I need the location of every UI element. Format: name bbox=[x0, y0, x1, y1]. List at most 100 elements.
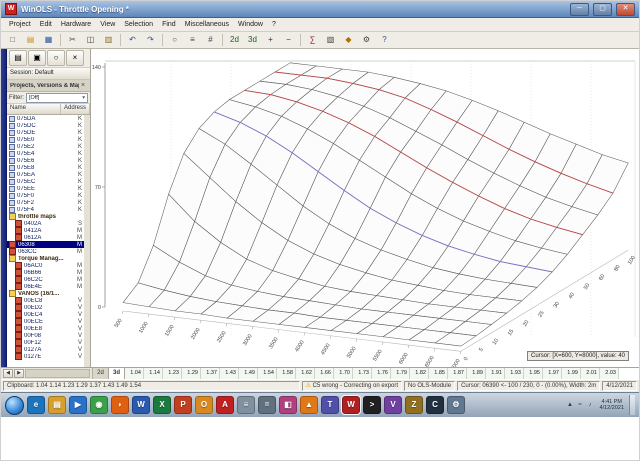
map-value-cell[interactable]: 1.79 bbox=[391, 368, 410, 379]
map-value-cell[interactable]: 1.29 bbox=[182, 368, 201, 379]
map-list-item[interactable]: 075F2 K bbox=[7, 199, 84, 206]
menu-window[interactable]: Window bbox=[234, 19, 267, 31]
map-list-item[interactable]: 0127A V bbox=[7, 346, 84, 353]
map-value-cell[interactable]: 1.87 bbox=[448, 368, 467, 379]
hex-view-icon[interactable]: # bbox=[202, 33, 219, 48]
redo-icon[interactable]: ↷ bbox=[142, 33, 159, 48]
map-list-item[interactable]: 00ED2 V bbox=[7, 304, 84, 311]
zoom-out-icon[interactable]: − bbox=[280, 33, 297, 48]
minimize-button[interactable]: ─ bbox=[570, 2, 589, 16]
filter-dropdown[interactable]: [Off] ▾ bbox=[26, 92, 88, 103]
map-value-cell[interactable]: 1.04 bbox=[125, 368, 144, 379]
settings-icon[interactable]: ⚙ bbox=[358, 33, 375, 48]
media-player-icon[interactable]: ▶ bbox=[69, 396, 87, 414]
excel-icon[interactable]: X bbox=[153, 396, 171, 414]
notepad-icon[interactable]: ≡ bbox=[237, 396, 255, 414]
command-prompt-icon[interactable]: C bbox=[426, 396, 444, 414]
menu-hardware[interactable]: Hardware bbox=[57, 19, 95, 31]
map-value-cell[interactable]: 1.82 bbox=[410, 368, 429, 379]
close-button[interactable]: ✕ bbox=[616, 2, 635, 16]
maximize-button[interactable]: ▢ bbox=[593, 2, 612, 16]
map-list-item[interactable]: 06E4E M bbox=[7, 283, 84, 290]
archive-tool-icon[interactable]: Z bbox=[405, 396, 423, 414]
scroll-left-icon[interactable]: ◀ bbox=[3, 369, 13, 378]
column-address[interactable]: Address bbox=[61, 104, 90, 114]
winols-icon[interactable]: W bbox=[341, 395, 361, 415]
map-value-cell[interactable]: 1.95 bbox=[524, 368, 543, 379]
map-value-cell[interactable]: 1.99 bbox=[562, 368, 581, 379]
tray-icon-2[interactable]: ♪ bbox=[586, 401, 595, 410]
taskbar-clock[interactable]: 4:41 PM 4/12/2021 bbox=[597, 399, 627, 411]
start-button[interactable] bbox=[5, 395, 24, 415]
map-list-item[interactable]: 06B66 M bbox=[7, 269, 84, 276]
menu-project[interactable]: Project bbox=[5, 19, 35, 31]
map-list-item[interactable]: 075E6 K bbox=[7, 157, 84, 164]
save-icon[interactable]: ▦ bbox=[40, 33, 57, 48]
map-list-item[interactable]: 075E2 K bbox=[7, 143, 84, 150]
map-list-item[interactable]: 0127E V bbox=[7, 353, 84, 360]
map-value-cell[interactable]: 1.23 bbox=[163, 368, 182, 379]
map-list-item[interactable]: 075DA K bbox=[7, 115, 84, 122]
map-list-item[interactable]: 00F08 V bbox=[7, 332, 84, 339]
new-icon[interactable]: □ bbox=[4, 33, 21, 48]
scroll-right-icon[interactable]: ▶ bbox=[14, 369, 24, 378]
tab-2d[interactable]: 2d bbox=[93, 368, 109, 379]
delete-entry-icon[interactable]: × bbox=[66, 50, 84, 66]
map-list-item[interactable]: 00ECE V bbox=[7, 318, 84, 325]
map-value-cell[interactable]: 1.37 bbox=[201, 368, 220, 379]
menu-miscellaneous[interactable]: Miscellaneous bbox=[181, 19, 233, 31]
search-maps-icon[interactable]: ○ bbox=[47, 50, 65, 66]
map-value-cell[interactable]: 1.97 bbox=[543, 368, 562, 379]
tray-icon-1[interactable]: ≈ bbox=[576, 401, 585, 410]
control-panel-icon[interactable]: ⚙ bbox=[447, 396, 465, 414]
map-list-item[interactable]: 075EA K bbox=[7, 171, 84, 178]
map-value-cell[interactable]: 1.58 bbox=[277, 368, 296, 379]
windows-explorer-icon[interactable]: ▤ bbox=[48, 396, 66, 414]
visual-studio-icon[interactable]: V bbox=[384, 396, 402, 414]
menu-selection[interactable]: Selection bbox=[120, 19, 157, 31]
map-list-item[interactable]: 00EE8 V bbox=[7, 325, 84, 332]
menu-edit[interactable]: Edit bbox=[36, 19, 56, 31]
putty-icon[interactable]: > bbox=[363, 396, 381, 414]
word-icon[interactable]: W bbox=[132, 396, 150, 414]
map-folder[interactable]: throttle maps bbox=[7, 213, 84, 220]
outlook-icon[interactable]: O bbox=[195, 396, 213, 414]
connect-icon[interactable]: ◆ bbox=[340, 33, 357, 48]
map-value-cell[interactable]: 1.66 bbox=[315, 368, 334, 379]
vlc-icon[interactable]: ▲ bbox=[300, 396, 318, 414]
paint-icon[interactable]: ◧ bbox=[279, 396, 297, 414]
map-list-item[interactable]: 063CC M bbox=[7, 248, 84, 255]
text-view-icon[interactable]: ≡ bbox=[184, 33, 201, 48]
map-list-item[interactable]: 0402A S bbox=[7, 220, 84, 227]
session-selector[interactable]: Session: Default bbox=[7, 68, 90, 80]
view-2d-icon[interactable]: 2d bbox=[226, 33, 243, 48]
copy-icon[interactable]: ◫ bbox=[82, 33, 99, 48]
map-list-item[interactable]: 0612A M bbox=[7, 234, 84, 241]
find-icon[interactable]: ○ bbox=[166, 33, 183, 48]
help-icon[interactable]: ? bbox=[376, 33, 393, 48]
map-value-cell[interactable]: 1.43 bbox=[220, 368, 239, 379]
map-value-cell[interactable]: 1.73 bbox=[353, 368, 372, 379]
checksum-icon[interactable]: ∑ bbox=[304, 33, 321, 48]
map-list-item[interactable]: 075F4 K bbox=[7, 206, 84, 213]
open-icon[interactable]: ▤ bbox=[22, 33, 39, 48]
tray-icon-0[interactable]: ▲ bbox=[566, 401, 575, 410]
cut-icon[interactable]: ✂ bbox=[64, 33, 81, 48]
powerpoint-icon[interactable]: P bbox=[174, 396, 192, 414]
map-list-item[interactable]: 00EC4 V bbox=[7, 311, 84, 318]
map-list-item[interactable]: 075E0 K bbox=[7, 136, 84, 143]
view-3d-icon[interactable]: 3d bbox=[244, 33, 261, 48]
firefox-icon[interactable]: ◗ bbox=[111, 396, 129, 414]
map-value-cell[interactable]: 1.76 bbox=[372, 368, 391, 379]
map-value-cell[interactable]: 2.01 bbox=[581, 368, 600, 379]
new-folder-icon[interactable]: ▣ bbox=[28, 50, 46, 66]
map-list-item[interactable]: 0412A M bbox=[7, 227, 84, 234]
map-list-item[interactable]: 075EC K bbox=[7, 178, 84, 185]
map-list-item[interactable]: 075EE K bbox=[7, 185, 84, 192]
chart-area[interactable]: 0 70 140 500 1000 1500 2000 2500 3000 3500 4000 450… bbox=[91, 49, 639, 367]
teams-icon[interactable]: T bbox=[321, 396, 339, 414]
map-list-item[interactable]: 06C2C M bbox=[7, 276, 84, 283]
map-value-cell[interactable]: 1.54 bbox=[258, 368, 277, 379]
menu-view[interactable]: View bbox=[96, 19, 119, 31]
show-desktop-button[interactable] bbox=[629, 395, 635, 415]
